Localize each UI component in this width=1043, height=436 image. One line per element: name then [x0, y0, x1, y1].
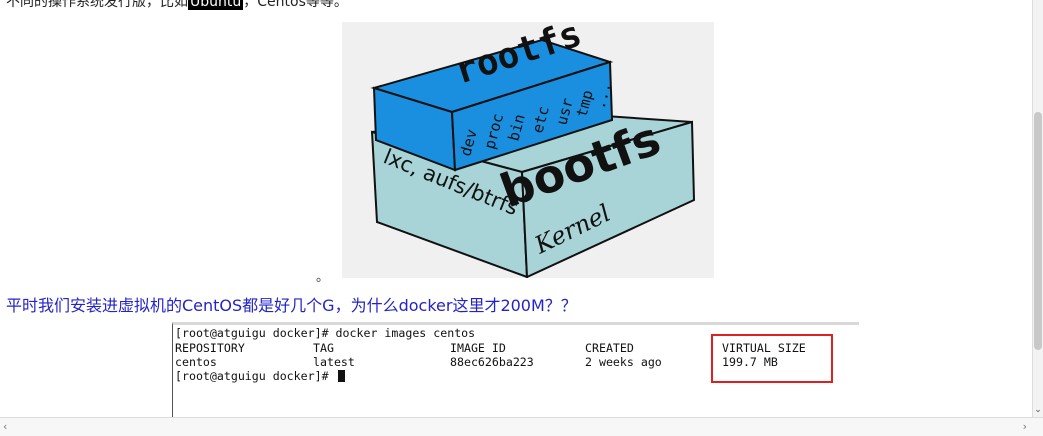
vertical-scroll-thumb[interactable]	[1034, 112, 1042, 350]
top-text-before: 不同的操作系统发行版，比如	[6, 0, 188, 10]
selected-text: Ubuntu	[188, 0, 244, 10]
header-created: CREATED	[585, 341, 634, 355]
document-view: 不同的操作系统发行版，比如 Ubuntu ，Centos等等。 rootfs dev…	[0, 0, 1033, 417]
scroll-down-icon[interactable]: ⌄	[1033, 405, 1043, 415]
terminal-cursor	[337, 370, 345, 382]
vertical-scrollbar[interactable]: ⌄	[1032, 0, 1043, 417]
layers-illustration: rootfs dev proc bin etc usr tmp ... boot…	[370, 13, 696, 279]
scroll-right-icon[interactable]: ›	[1023, 420, 1027, 433]
scroll-left-icon[interactable]: ‹	[3, 420, 7, 433]
terminal-prompt: [root@atguigu docker]#	[175, 369, 336, 383]
row-created: 2 weeks ago	[585, 355, 662, 369]
terminal-prompt-line: [root@atguigu docker]#	[175, 370, 345, 383]
rootfs-bootfs-diagram: rootfs dev proc bin etc usr tmp ... boot…	[342, 13, 714, 279]
virtual-size-highlight	[711, 334, 833, 383]
row-tag: latest	[313, 355, 355, 369]
terminal-command: [root@atguigu docker]# docker images cen…	[175, 326, 476, 340]
row-image-id: 88ec626ba223	[450, 355, 534, 369]
horizontal-scrollbar[interactable]: ‹ ›	[0, 417, 1043, 436]
header-repository: REPOSITORY	[175, 341, 245, 355]
header-image-id: IMAGE ID	[450, 341, 506, 355]
question-text: 平时我们安装进虚拟机的CentOS都是好几个G，为什么docker这里才200M…	[6, 296, 577, 315]
row-repository: centos	[175, 355, 217, 369]
top-text-line: 不同的操作系统发行版，比如 Ubuntu ，Centos等等。	[6, 0, 348, 11]
bullet-mark: 。	[316, 270, 330, 285]
header-tag: TAG	[313, 341, 334, 355]
top-text-after: ，Centos等等。	[243, 0, 348, 10]
